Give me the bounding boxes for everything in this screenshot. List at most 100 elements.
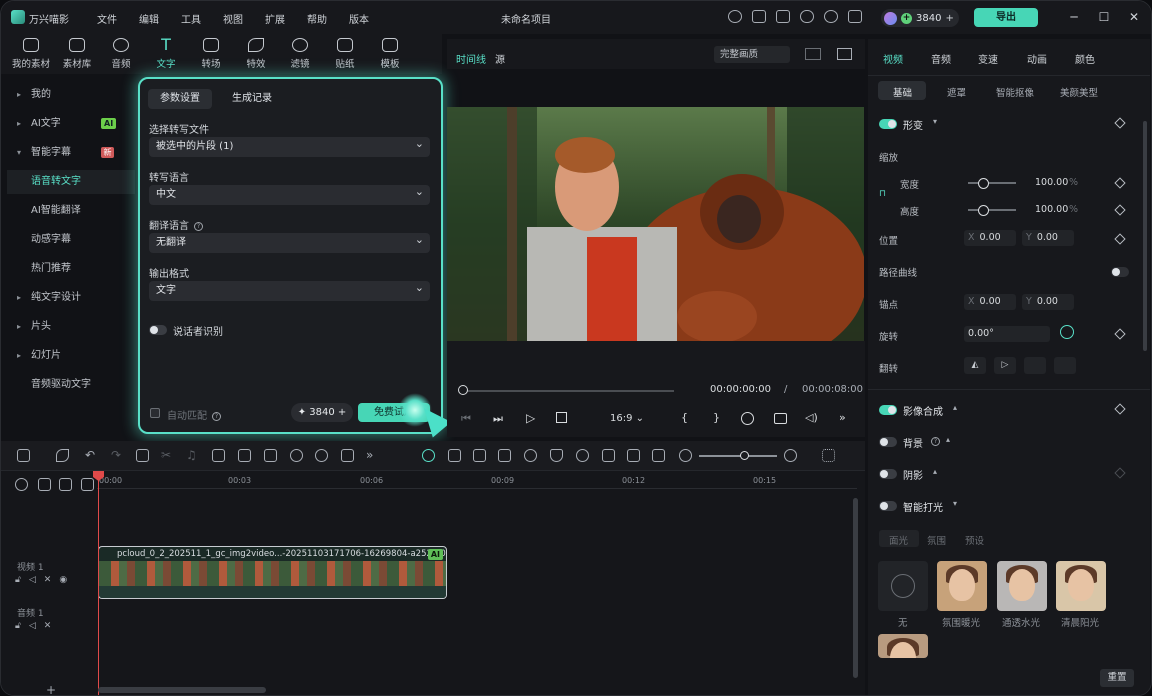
pos-y-input[interactable]: Y 0.00 bbox=[1022, 230, 1074, 246]
cloud-icon[interactable] bbox=[800, 10, 814, 23]
credits-pill[interactable]: + 3840 + bbox=[881, 9, 959, 27]
sidebar-item-dynamic-subtitle[interactable]: 动感字幕 bbox=[7, 228, 135, 252]
chevron-up-icon[interactable]: ▴ bbox=[946, 435, 950, 444]
sidebar-item-intro[interactable]: 片头 bbox=[7, 315, 135, 339]
speech-to-text-icon[interactable] bbox=[422, 449, 435, 462]
flip-vertical-icon[interactable]: ▷ bbox=[994, 357, 1016, 374]
tool-transition[interactable]: 转场 bbox=[189, 38, 233, 70]
light-tab-face[interactable]: 面光 bbox=[889, 533, 908, 547]
chevron-up-icon[interactable]: ▴ bbox=[933, 467, 937, 476]
preset-more[interactable] bbox=[878, 634, 928, 658]
pos-x-input[interactable]: X 0.00 bbox=[964, 230, 1016, 246]
format-select[interactable]: 文字 bbox=[149, 278, 430, 301]
delete-icon[interactable] bbox=[136, 449, 149, 462]
tab-animation[interactable]: 动画 bbox=[1027, 51, 1047, 66]
playhead[interactable] bbox=[98, 471, 99, 695]
chevron-down-icon[interactable]: ▾ bbox=[953, 499, 957, 508]
subtab-beauty[interactable]: 美颜美型 bbox=[1060, 85, 1098, 99]
mute-icon[interactable]: ✕ bbox=[44, 575, 52, 585]
background-toggle[interactable] bbox=[879, 437, 897, 447]
audio-edit-icon[interactable]: ♫ bbox=[186, 449, 199, 462]
step-icon[interactable]: ⏭ bbox=[493, 412, 503, 426]
preset-none[interactable] bbox=[878, 561, 928, 611]
redo-icon[interactable]: ↷ bbox=[111, 449, 124, 462]
keyframe-icon[interactable] bbox=[1114, 233, 1126, 245]
rotate-dial-icon[interactable] bbox=[1060, 325, 1074, 339]
more-tools-icon[interactable]: » bbox=[366, 449, 379, 462]
zoom-out-icon[interactable] bbox=[679, 449, 692, 462]
video-preview[interactable] bbox=[447, 107, 864, 341]
copy-icon[interactable] bbox=[238, 449, 251, 462]
more-icon[interactable]: » bbox=[839, 411, 846, 424]
snapshot-camera-icon[interactable] bbox=[774, 413, 787, 424]
tab-history[interactable]: 生成记录 bbox=[220, 89, 284, 109]
width-value[interactable]: 100.00 bbox=[1035, 177, 1068, 188]
subtab-mask[interactable]: 遮罩 bbox=[947, 85, 966, 99]
subtab-cutout[interactable]: 智能抠像 bbox=[996, 85, 1034, 99]
tab-source[interactable]: 源 bbox=[495, 51, 505, 66]
magnet-icon[interactable] bbox=[59, 478, 72, 491]
lock-icon[interactable]: 🔓︎ bbox=[15, 575, 21, 585]
mark-out-icon[interactable]: } bbox=[713, 411, 720, 424]
scene-icon[interactable] bbox=[473, 449, 486, 462]
tab-speed[interactable]: 变速 bbox=[978, 51, 998, 66]
flip-horizontal-icon[interactable]: ◭ bbox=[964, 357, 986, 374]
image-icon[interactable] bbox=[498, 449, 511, 462]
play-icon[interactable]: ▷ bbox=[526, 411, 535, 425]
tab-audio[interactable]: 音频 bbox=[931, 51, 951, 66]
sidebar-item-ai-text[interactable]: AI文字 AI bbox=[7, 112, 135, 136]
zoom-handle[interactable] bbox=[740, 451, 749, 460]
chevron-up-icon[interactable]: ▴ bbox=[953, 403, 957, 412]
anchor-x-input[interactable]: X 0.00 bbox=[964, 294, 1016, 310]
color-icon[interactable] bbox=[315, 449, 328, 462]
help-icon[interactable]: ? bbox=[931, 437, 940, 446]
progress-track[interactable] bbox=[463, 390, 674, 392]
video-clip[interactable]: pcloud_0_2_202511_1_gc_img2video...-2025… bbox=[98, 546, 447, 599]
microphone-icon[interactable] bbox=[576, 449, 589, 462]
volume-icon[interactable]: ◁ bbox=[29, 621, 36, 631]
mark-in-icon[interactable]: { bbox=[681, 411, 688, 424]
minimize-icon[interactable]: ─ bbox=[1067, 10, 1081, 24]
save-icon[interactable] bbox=[776, 10, 790, 23]
drag-handle-icon[interactable] bbox=[822, 449, 835, 462]
zoom-slider[interactable] bbox=[699, 455, 777, 457]
tool-audio[interactable]: 音频 bbox=[99, 38, 143, 70]
tool-library[interactable]: 素材库 bbox=[55, 38, 99, 70]
reset-button[interactable]: 重置 bbox=[1100, 669, 1134, 687]
sidebar-item-smart-subtitle[interactable]: 智能字幕 新 bbox=[7, 141, 135, 165]
export-button[interactable]: 导出 bbox=[974, 8, 1038, 27]
prev-frame-icon[interactable]: ⏮ bbox=[461, 412, 471, 426]
scope-icon[interactable] bbox=[837, 48, 852, 60]
keyframe-icon[interactable] bbox=[1114, 328, 1126, 340]
snap-icon[interactable] bbox=[448, 449, 461, 462]
light-tab-preset[interactable]: 预设 bbox=[965, 533, 984, 547]
sidebar-item-text-design[interactable]: 纯文字设计 bbox=[7, 286, 135, 310]
ai-text-icon[interactable] bbox=[212, 449, 225, 462]
layout-icon[interactable] bbox=[752, 10, 766, 23]
eye-icon[interactable]: ◉ bbox=[59, 575, 67, 585]
grid-layout-icon[interactable] bbox=[17, 449, 30, 462]
volume-icon[interactable]: ◁) bbox=[805, 411, 818, 424]
rotate-ccw-icon[interactable] bbox=[1054, 357, 1076, 374]
tool-template[interactable]: 模板 bbox=[368, 38, 412, 70]
zoom-in-icon[interactable] bbox=[784, 449, 797, 462]
mute-icon[interactable]: ✕ bbox=[44, 621, 52, 631]
progress-handle[interactable] bbox=[458, 385, 468, 395]
path-curve-toggle[interactable] bbox=[1111, 267, 1129, 277]
split-icon[interactable]: ✂ bbox=[161, 449, 174, 462]
compare-icon[interactable] bbox=[805, 48, 821, 60]
link-icon[interactable] bbox=[38, 478, 51, 491]
maximize-icon[interactable]: ☐ bbox=[1097, 10, 1111, 24]
preset-warm[interactable] bbox=[937, 561, 987, 611]
help-icon[interactable]: ? bbox=[194, 222, 203, 231]
lock-icon[interactable]: 🔓︎ bbox=[15, 621, 21, 631]
close-icon[interactable]: ✕ bbox=[1127, 10, 1141, 24]
sidebar-item-ai-translate[interactable]: AI智能翻译 bbox=[7, 199, 135, 223]
tab-video[interactable]: 视频 bbox=[883, 51, 903, 66]
add-track-icon[interactable] bbox=[81, 478, 94, 491]
composite-toggle[interactable] bbox=[879, 405, 897, 415]
mixer-icon[interactable] bbox=[602, 449, 615, 462]
tool-filter[interactable]: 滤镜 bbox=[278, 38, 322, 70]
fit-icon[interactable] bbox=[652, 449, 665, 462]
sidebar-item-hot[interactable]: 热门推荐 bbox=[7, 257, 135, 281]
